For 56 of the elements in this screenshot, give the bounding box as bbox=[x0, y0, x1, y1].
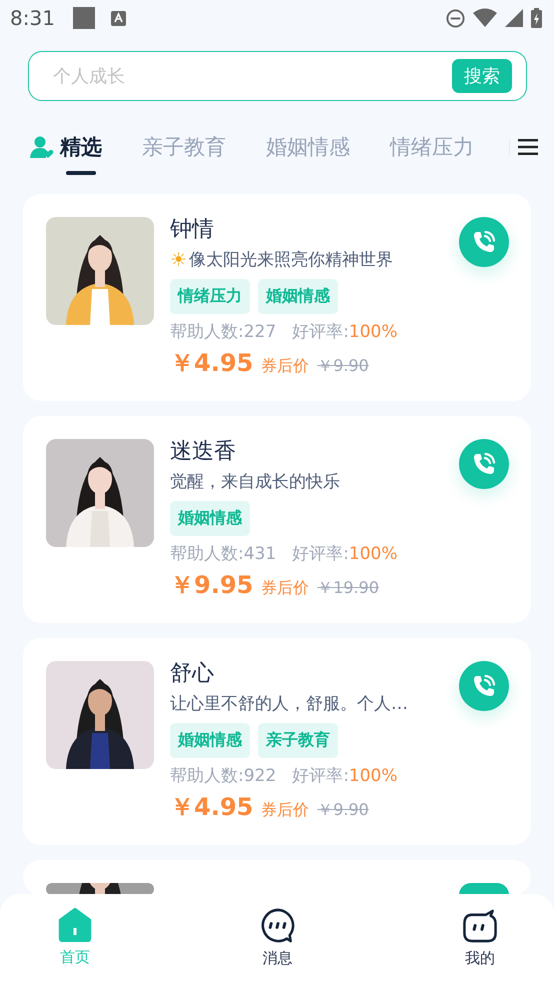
rating-label: 好评率: bbox=[292, 322, 349, 342]
home-icon bbox=[57, 908, 93, 942]
helped-count: 帮助人数:431 bbox=[170, 544, 276, 564]
phone-icon bbox=[471, 229, 497, 255]
category-tab[interactable]: 精选 bbox=[30, 117, 102, 177]
original-price: ￥19.90 bbox=[317, 578, 380, 599]
price: ￥4.95 bbox=[170, 348, 254, 379]
original-price: ￥9.90 bbox=[317, 800, 369, 821]
topic-tag: 亲子教育 bbox=[258, 723, 338, 758]
topic-tag: 婚姻情感 bbox=[170, 501, 250, 536]
price: ￥9.95 bbox=[170, 570, 254, 601]
counselor-card[interactable]: 迷迭香 觉醒，来自成长的快乐 婚姻情感 帮助人数:431 好评率:100% ￥9.95 券后价 ￥19.90 bbox=[23, 416, 531, 623]
topic-tag: 情绪压力 bbox=[170, 279, 250, 314]
person-heart-icon bbox=[30, 135, 54, 159]
counselor-card[interactable]: 钟情 ☀像太阳光来照亮你精神世界 情绪压力 婚姻情感 帮助人数:227 好评率:100% ￥4.95 券后价 ￥9.90 bbox=[23, 194, 531, 401]
counselor-motto: 像太阳光来照亮你精神世界 bbox=[189, 249, 394, 271]
counselor-name: 钟情 bbox=[170, 217, 215, 243]
wifi-icon bbox=[473, 8, 497, 28]
phone-icon bbox=[471, 451, 497, 477]
phone-icon bbox=[471, 673, 497, 699]
notification-icon bbox=[72, 7, 95, 29]
original-price: ￥9.90 bbox=[317, 356, 369, 377]
rating-value: 100% bbox=[348, 544, 398, 564]
topic-tag: 婚姻情感 bbox=[170, 723, 250, 758]
topic-tag: 婚姻情感 bbox=[258, 279, 338, 314]
chat-bubble-icon bbox=[260, 908, 296, 943]
price-note: 券后价 bbox=[261, 800, 310, 821]
rating-label: 好评率: bbox=[292, 544, 349, 564]
counselor-motto: 觉醒，来自成长的快乐 bbox=[170, 471, 340, 493]
counselor-name: 迷迭香 bbox=[170, 439, 237, 465]
rating-value: 100% bbox=[348, 322, 398, 342]
rating-value: 100% bbox=[348, 766, 398, 786]
face-bubble-icon bbox=[462, 908, 498, 943]
nav-tab[interactable]: 我的 bbox=[462, 908, 498, 968]
price: ￥4.95 bbox=[170, 792, 254, 823]
counselor-card[interactable] bbox=[23, 860, 531, 894]
call-button[interactable] bbox=[459, 439, 509, 489]
counselor-motto: 让心里不舒的人，舒服。个人… bbox=[170, 693, 408, 715]
rating-label: 好评率: bbox=[292, 766, 349, 786]
signal-icon bbox=[505, 9, 523, 27]
price-note: 券后价 bbox=[261, 578, 310, 599]
sun-symbol: ☀ bbox=[170, 250, 188, 270]
counselor-name: 舒心 bbox=[170, 661, 215, 687]
helped-count: 帮助人数:227 bbox=[170, 322, 276, 342]
call-button[interactable] bbox=[459, 217, 509, 267]
helped-count: 帮助人数:922 bbox=[170, 766, 276, 786]
price-note: 券后价 bbox=[261, 356, 310, 377]
do-not-disturb-icon bbox=[446, 8, 465, 28]
keyboard-icon bbox=[110, 10, 126, 26]
call-button[interactable] bbox=[459, 661, 509, 711]
counselor-card[interactable]: 舒心 让心里不舒的人，舒服。个人… 婚姻情感 亲子教育 帮助人数:922 好评率:100% ￥4.95 券后价 ￥9.90 bbox=[23, 638, 531, 845]
battery-icon bbox=[531, 8, 542, 28]
nav-tab[interactable]: 消息 bbox=[260, 908, 296, 968]
call-button[interactable] bbox=[459, 883, 509, 894]
status-time: 8:31 bbox=[10, 6, 55, 30]
menu-icon[interactable] bbox=[509, 139, 538, 155]
